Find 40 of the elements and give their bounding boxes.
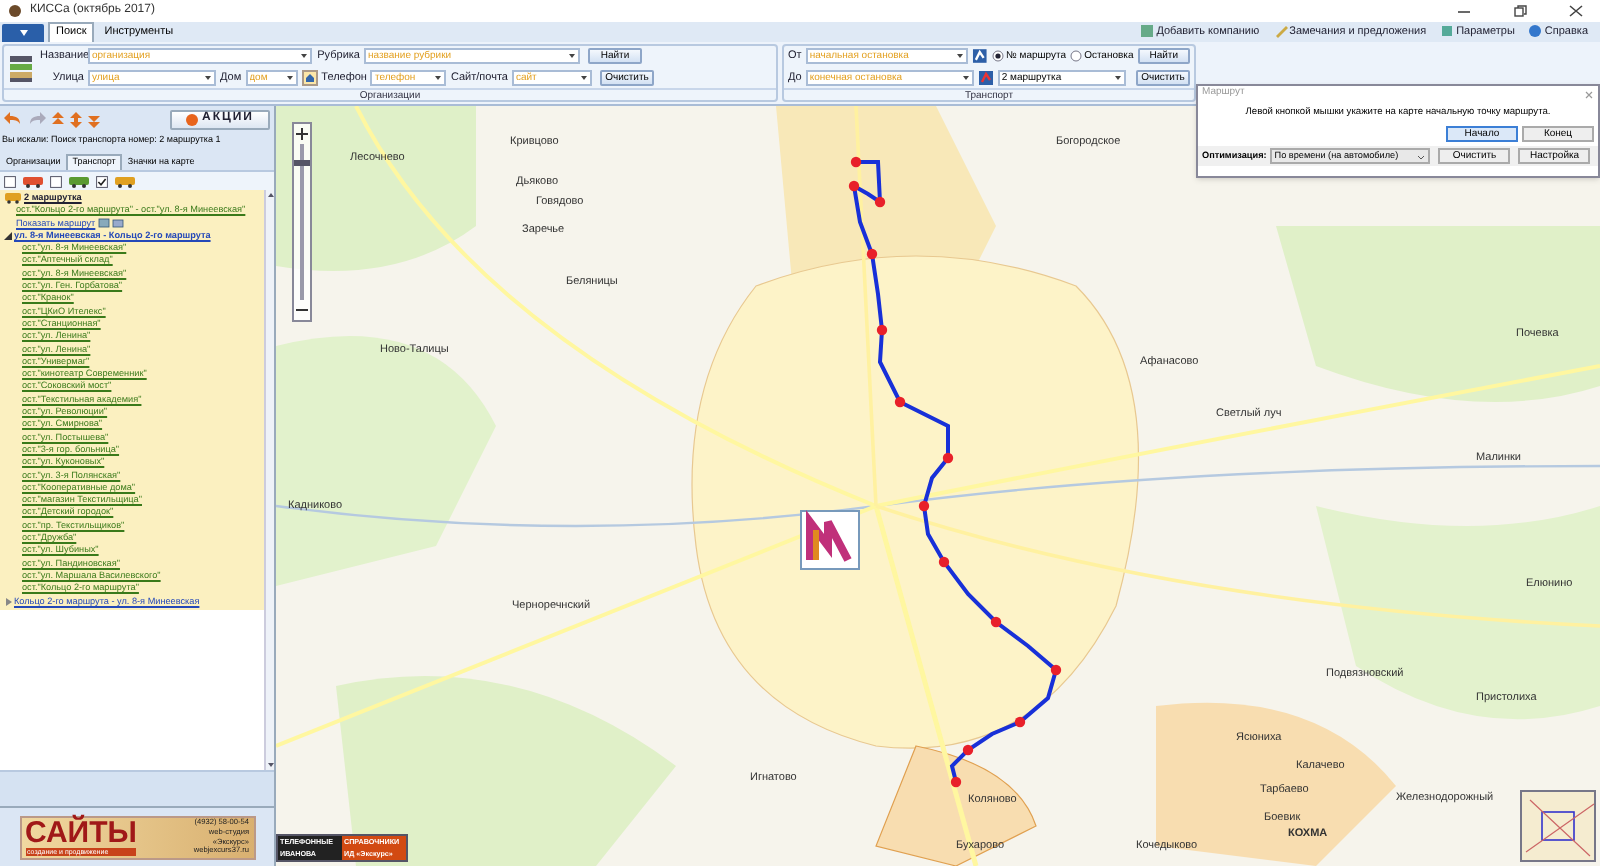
restore-icon[interactable]: [1512, 4, 1528, 18]
stacked-books-icon: [8, 51, 36, 83]
checkbox-icon[interactable]: [4, 175, 16, 187]
minimap[interactable]: [1520, 790, 1596, 862]
radio-button-icon[interactable]: [1070, 50, 1083, 63]
house-icon[interactable]: [301, 69, 318, 86]
dropdown-arrow-icon[interactable]: [202, 71, 214, 84]
dropdown-arrow-icon[interactable]: [1111, 71, 1124, 84]
app-logo-icon: [8, 4, 22, 18]
logo-icon: [800, 510, 860, 570]
checkbox-icon[interactable]: [96, 175, 108, 187]
tram-icon: [22, 175, 44, 187]
dropdown-arrow-icon[interactable]: [432, 71, 445, 84]
circle-icon: [185, 113, 198, 125]
minus-icon[interactable]: [296, 304, 308, 316]
map-icon[interactable]: [97, 218, 110, 229]
pin-icon[interactable]: [972, 48, 989, 65]
down-arrows-icon[interactable]: [88, 111, 100, 127]
minibus-icon: [114, 175, 136, 187]
up-down-arrows-icon[interactable]: [70, 111, 82, 127]
table-icon: [1140, 24, 1155, 39]
expanded-arrow-icon[interactable]: [4, 232, 12, 241]
minibus-icon: [4, 192, 22, 205]
collapsed-arrow-icon[interactable]: [4, 597, 12, 606]
checkbox-icon[interactable]: [50, 175, 62, 187]
app-menu-button[interactable]: [2, 24, 44, 42]
plus-icon[interactable]: [296, 128, 308, 140]
help-icon: [1528, 24, 1543, 39]
settings-icon: [1440, 24, 1455, 39]
slider-thumb[interactable]: [294, 159, 310, 166]
caret-icon: [19, 30, 27, 36]
radio-button-icon[interactable]: [992, 50, 1005, 63]
close-icon[interactable]: [1568, 4, 1584, 18]
pin-icon[interactable]: [977, 69, 994, 86]
zoom-slider[interactable]: [292, 122, 312, 322]
undo-arrow-icon[interactable]: [4, 112, 22, 126]
bus-icon: [68, 175, 90, 187]
ad-headline: САЙТЫ: [25, 818, 137, 848]
print-icon[interactable]: [111, 218, 124, 229]
up-arrows-icon[interactable]: [52, 111, 64, 127]
